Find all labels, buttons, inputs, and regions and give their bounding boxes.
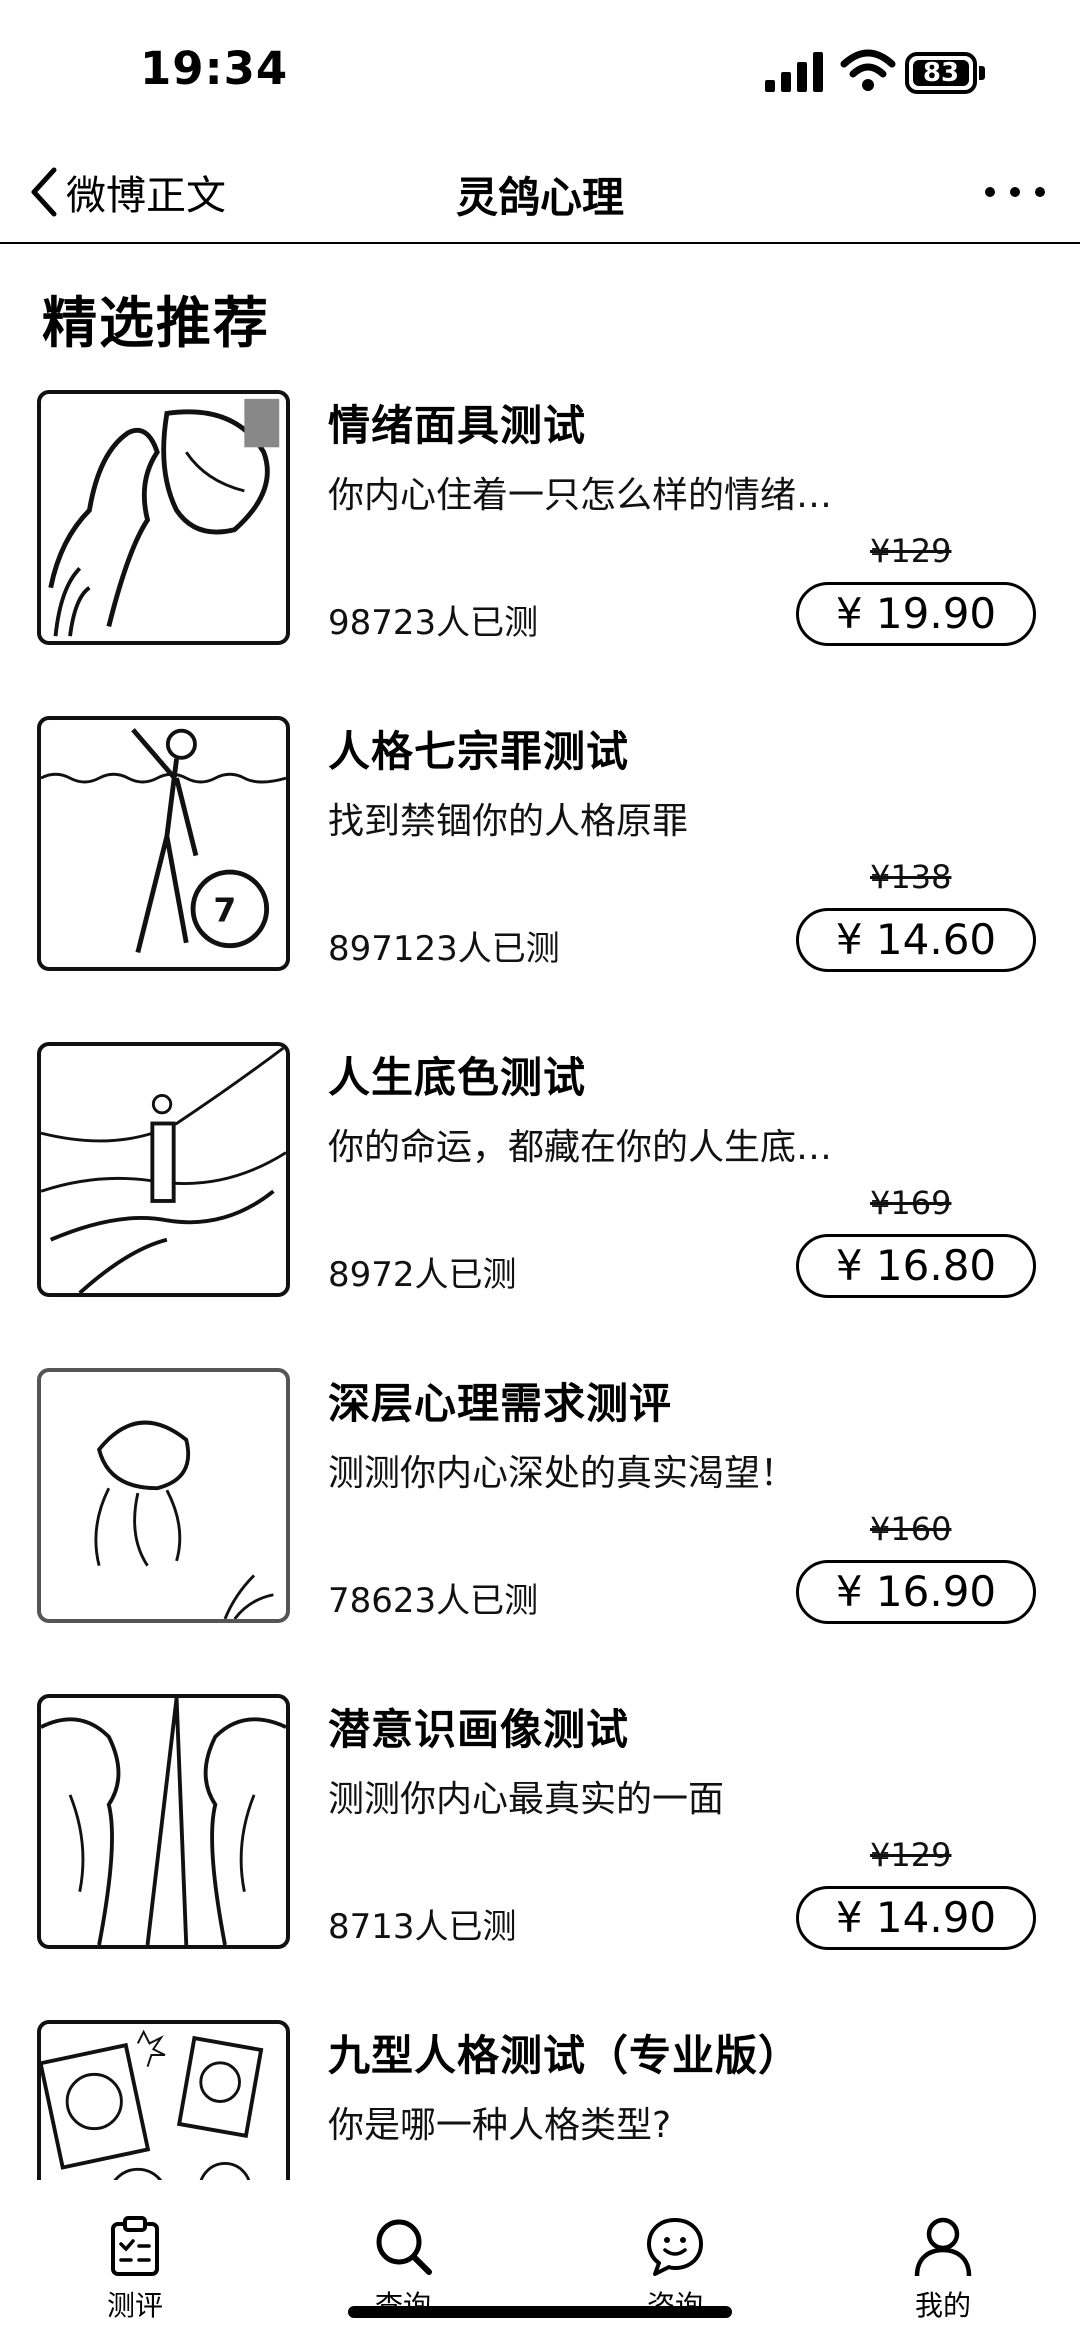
status-bar: 19:34 83 <box>0 0 1080 140</box>
home-indicator[interactable] <box>348 2306 732 2318</box>
tab-mine[interactable]: 我的 <box>863 2214 1023 2334</box>
jellyfish-illustration-icon <box>94 1420 274 1619</box>
original-price: ¥129 <box>870 532 952 570</box>
clipboard-icon <box>111 2216 159 2276</box>
more-dot-icon <box>1035 187 1045 197</box>
test-thumbnail <box>37 1694 290 1949</box>
price-button[interactable]: ¥ 19.90 <box>796 582 1036 646</box>
nav-bar: 微博正文 灵鸽心理 <box>0 140 1080 244</box>
wifi-icon <box>840 49 896 91</box>
battery-icon: 83 <box>905 52 985 94</box>
mask-illustration-icon <box>48 398 280 637</box>
tab-label: 测评 <box>106 2289 163 2322</box>
test-title: 情绪面具测试 <box>328 401 587 450</box>
more-dot-icon <box>1010 187 1020 197</box>
tab-label: 我的 <box>914 2289 971 2322</box>
test-description: 测测你内心最真实的一面 <box>328 1779 725 1820</box>
price-button[interactable]: ¥ 14.60 <box>796 908 1036 972</box>
test-thumbnail: 7 <box>37 716 290 971</box>
test-description: 测测你内心深处的真实渴望！ <box>328 1453 797 1494</box>
test-card-enneagram[interactable]: 九型人格测试（专业版） 你是哪一种人格类型? <box>0 2020 1080 2180</box>
test-description: 你内心住着一只怎么样的情绪… <box>328 475 833 516</box>
tab-assessment[interactable]: 测评 <box>55 2214 215 2334</box>
test-description: 你的命运，都藏在你的人生底… <box>328 1127 833 1168</box>
test-title: 人生底色测试 <box>328 1053 587 1102</box>
original-price: ¥129 <box>870 1836 952 1874</box>
screen: 19:34 83 微博正文 灵鸽心理 精选推荐 情绪面具测试 你内心住着一只怎么… <box>0 0 1080 2340</box>
test-thumbnail <box>37 1368 290 1623</box>
tab-label: 查询 <box>323 2284 483 2324</box>
test-count: 8713人已测 <box>328 1907 517 1947</box>
profile-icon <box>914 2217 972 2277</box>
battery-level: 83 <box>913 60 969 86</box>
test-card-life-color[interactable]: 人生底色测试 你的命运，都藏在你的人生底… 8972人已测 ¥169 ¥ 16.… <box>0 1042 1080 1302</box>
more-options-button[interactable] <box>985 182 1045 202</box>
test-card-subconscious[interactable]: 潜意识画像测试 测测你内心最真实的一面 8713人已测 ¥129 ¥ 14.90 <box>0 1694 1080 1954</box>
test-count: 98723人已测 <box>328 603 539 643</box>
test-title: 人格七宗罪测试 <box>328 727 630 776</box>
portraits-illustration-icon <box>41 2029 264 2180</box>
tab-label: 咨询 <box>595 2284 755 2324</box>
section-title: 精选推荐 <box>42 291 271 355</box>
seven-sins-illustration-icon: 7 <box>41 728 286 954</box>
test-count: 897123人已测 <box>328 929 560 969</box>
price-button[interactable]: ¥ 16.80 <box>796 1234 1036 1298</box>
test-list: 情绪面具测试 你内心住着一只怎么样的情绪… 98723人已测 ¥129 ¥ 19… <box>0 390 1080 2180</box>
price-button[interactable]: ¥ 16.90 <box>796 1560 1036 1624</box>
chat-icon <box>647 2218 703 2276</box>
original-price: ¥138 <box>870 858 952 896</box>
status-time: 19:34 <box>140 42 289 95</box>
faces-illustration-icon <box>41 1698 286 1945</box>
svg-text:7: 7 <box>213 890 236 929</box>
life-path-illustration-icon <box>41 1046 286 1293</box>
more-dot-icon <box>985 187 995 197</box>
test-card-deep-needs[interactable]: 深层心理需求测评 测测你内心深处的真实渴望！ 78623人已测 ¥160 ¥ 1… <box>0 1368 1080 1628</box>
test-card-emotion-mask[interactable]: 情绪面具测试 你内心住着一只怎么样的情绪… 98723人已测 ¥129 ¥ 19… <box>0 390 1080 650</box>
test-title: 深层心理需求测评 <box>328 1379 673 1428</box>
page-title: 灵鸽心理 <box>455 173 624 222</box>
test-card-seven-sins[interactable]: 7 人格七宗罪测试 找到禁锢你的人格原罪 897123人已测 ¥138 ¥ 14… <box>0 716 1080 976</box>
original-price: ¥169 <box>870 1184 952 1222</box>
original-price: ¥160 <box>870 1510 952 1548</box>
cellular-signal-icon <box>765 52 823 92</box>
test-count: 8972人已测 <box>328 1255 517 1295</box>
test-thumbnail <box>37 2020 290 2180</box>
search-icon <box>376 2219 432 2275</box>
test-description: 你是哪一种人格类型? <box>328 2105 672 2146</box>
test-description: 找到禁锢你的人格原罪 <box>328 801 689 842</box>
test-thumbnail <box>37 1042 290 1297</box>
price-button[interactable]: ¥ 14.90 <box>796 1886 1036 1950</box>
test-title: 潜意识画像测试 <box>328 1705 630 1754</box>
test-count: 78623人已测 <box>328 1581 539 1621</box>
test-thumbnail <box>37 390 290 645</box>
test-title: 九型人格测试（专业版） <box>328 2031 802 2080</box>
